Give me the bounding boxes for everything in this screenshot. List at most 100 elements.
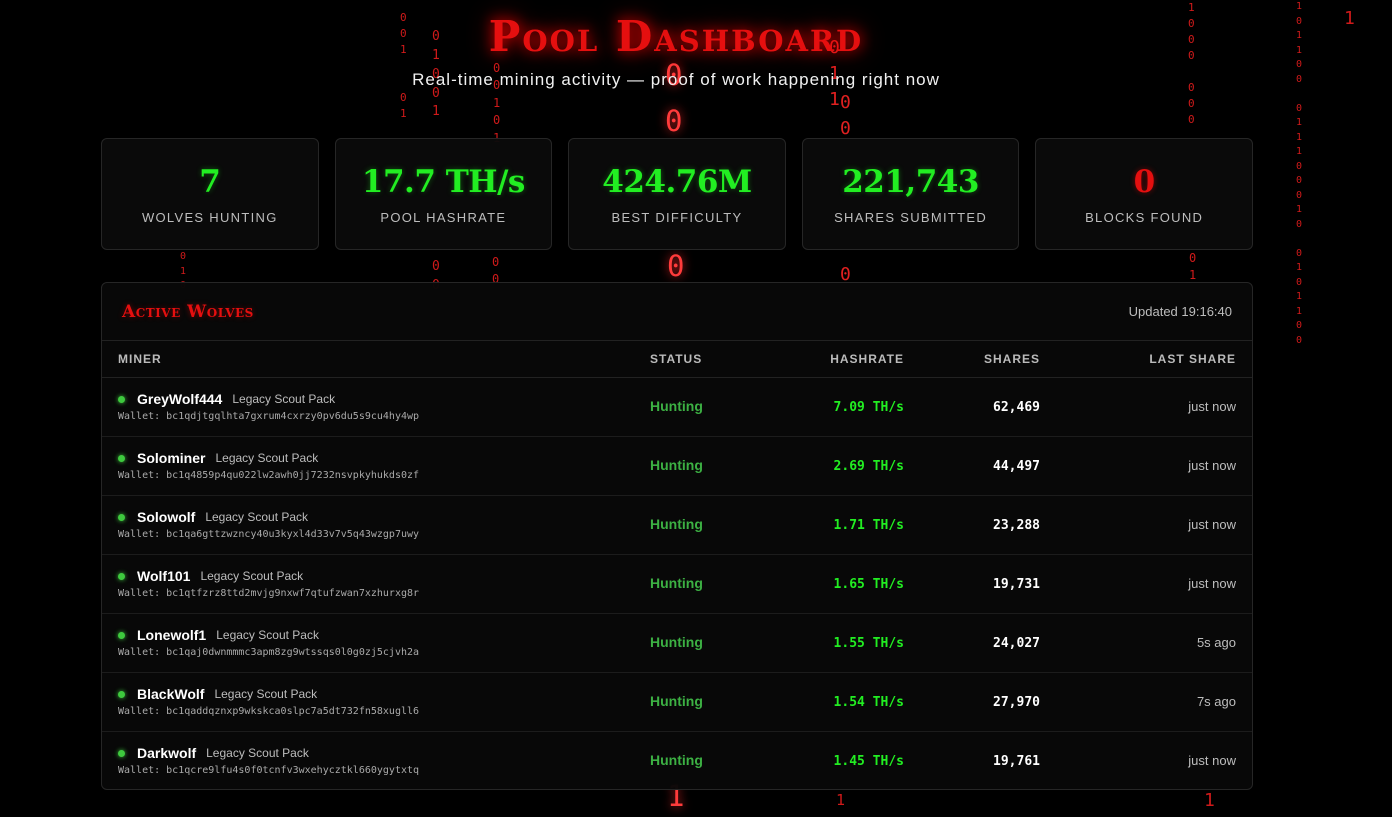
miner-cell: Wolf101 Legacy Scout Pack Wallet: bc1qtf… [102, 554, 634, 614]
shares-cell: 19,731 [920, 554, 1056, 614]
shares-value: 24,027 [993, 635, 1040, 651]
hashrate-cell: 1.55 TH/s [784, 613, 920, 673]
hashrate-value: 1.45 TH/s [833, 753, 904, 769]
hashrate-cell: 7.09 TH/s [784, 377, 920, 437]
miner-wallet: Wallet: bc1qdjtgqlhta7gxrum4cxrzy0pv6du5… [118, 411, 420, 422]
shares-cell: 62,469 [920, 377, 1056, 437]
hashrate-cell: 1.71 TH/s [784, 495, 920, 555]
active-wolves-panel: Active Wolves Updated 19:16:40 Miner Sta… [101, 282, 1253, 790]
status-cell: Hunting [634, 554, 784, 614]
online-status-dot-icon [118, 395, 125, 403]
online-status-dot-icon [118, 690, 125, 698]
hashrate-value: 1.71 TH/s [833, 517, 904, 533]
last-share-value: just now [1188, 575, 1236, 591]
last-share-cell: just now [1056, 554, 1252, 614]
status-cell: Hunting [634, 613, 784, 673]
page-title: Pool Dashboard [488, 12, 864, 61]
hashrate-value: 1.55 TH/s [833, 635, 904, 651]
table-row[interactable]: GreyWolf444 Legacy Scout Pack Wallet: bc… [102, 377, 1252, 437]
hashrate-cell: 1.45 TH/s [784, 731, 920, 789]
stat-value: 0 [1133, 163, 1156, 200]
stat-card-best-difficulty: 424.76M Best Difficulty [568, 138, 786, 250]
panel-header: Active Wolves Updated 19:16:40 [102, 283, 1252, 341]
miner-wallet: Wallet: bc1qa6gttzwzncy40u3kyxl4d33v7v5q… [118, 529, 420, 540]
column-header-last-share[interactable]: Last Share [1056, 341, 1252, 378]
miner-header: Lonewolf1 Legacy Scout Pack [118, 627, 618, 643]
hashrate-value: 7.09 TH/s [833, 399, 904, 415]
hashrate-cell: 2.69 TH/s [784, 436, 920, 496]
shares-value: 27,970 [993, 694, 1040, 710]
shares-cell: 23,288 [920, 495, 1056, 555]
shares-cell: 19,761 [920, 731, 1056, 789]
miner-pack: Legacy Scout Pack [206, 746, 309, 761]
miners-table: Miner Status Hashrate Shares Last Share … [102, 341, 1252, 789]
hashrate-cell: 1.65 TH/s [784, 554, 920, 614]
column-header-shares[interactable]: Shares [920, 341, 1056, 378]
binary-rain-column: 0 [667, 249, 685, 283]
binary-rain-column: 0 1 [1189, 251, 1197, 283]
last-share-cell: just now [1056, 436, 1252, 496]
shares-cell: 44,497 [920, 436, 1056, 496]
miner-header: GreyWolf444 Legacy Scout Pack [118, 391, 618, 407]
status-text: Hunting [650, 574, 703, 591]
table-row[interactable]: BlackWolf Legacy Scout Pack Wallet: bc1q… [102, 672, 1252, 732]
miner-pack: Legacy Scout Pack [200, 569, 304, 583]
miners-table-body: GreyWolf444 Legacy Scout Pack Wallet: bc… [102, 377, 1252, 789]
miner-cell: Solominer Legacy Scout Pack Wallet: bc1q… [102, 436, 634, 496]
status-text: Hunting [650, 692, 703, 709]
table-row[interactable]: Solowolf Legacy Scout Pack Wallet: bc1qa… [102, 495, 1252, 555]
shares-value: 44,497 [993, 458, 1040, 474]
miner-cell: Lonewolf1 Legacy Scout Pack Wallet: bc1q… [102, 613, 634, 673]
stat-value: 424.76M [602, 163, 752, 200]
status-text: Hunting [650, 456, 703, 473]
miner-wallet: Wallet: bc1q4859p4qu022lw2awh0jj7232nsvp… [118, 470, 420, 481]
status-text: Hunting [650, 515, 703, 532]
stats-row: 7 Wolves Hunting 17.7 TH/s Pool Hashrate… [101, 138, 1253, 250]
last-share-value: 5s ago [1196, 634, 1236, 650]
stat-card-shares-submitted: 221,743 Shares Submitted [801, 138, 1020, 250]
last-share-value: just now [1188, 516, 1236, 532]
shares-value: 19,731 [993, 576, 1040, 592]
miner-name: Lonewolf1 [137, 627, 207, 643]
table-row[interactable]: Darkwolf Legacy Scout Pack Wallet: bc1qc… [102, 731, 1252, 789]
online-status-dot-icon [118, 454, 125, 462]
hashrate-cell: 1.54 TH/s [784, 672, 920, 732]
miner-name: GreyWolf444 [137, 391, 223, 407]
binary-rain-column: 1 [1204, 790, 1215, 811]
table-row[interactable]: Wolf101 Legacy Scout Pack Wallet: bc1qtf… [102, 554, 1252, 614]
miner-header: Solominer Legacy Scout Pack [118, 450, 618, 466]
shares-cell: 24,027 [920, 613, 1056, 673]
shares-value: 23,288 [993, 517, 1040, 533]
column-header-status[interactable]: Status [634, 341, 784, 378]
panel-title: Active Wolves [122, 301, 254, 322]
miner-cell: BlackWolf Legacy Scout Pack Wallet: bc1q… [102, 672, 634, 732]
online-status-dot-icon [118, 513, 125, 521]
last-share-value: just now [1188, 398, 1236, 414]
stat-value: 221,743 [842, 163, 979, 200]
miner-wallet: Wallet: bc1qtfzrz8ttd2mvjg9nxwf7qtufzwan… [118, 588, 420, 599]
status-text: Hunting [650, 633, 703, 650]
status-cell: Hunting [634, 495, 784, 555]
miner-pack: Legacy Scout Pack [216, 628, 319, 642]
stat-label: Blocks Found [1085, 209, 1204, 225]
miner-cell: GreyWolf444 Legacy Scout Pack Wallet: bc… [102, 377, 634, 437]
online-status-dot-icon [118, 749, 125, 757]
stat-card-pool-hashrate: 17.7 TH/s Pool Hashrate [334, 138, 553, 250]
updated-timestamp: Updated 19:16:40 [1128, 304, 1232, 319]
table-row[interactable]: Lonewolf1 Legacy Scout Pack Wallet: bc1q… [102, 613, 1252, 673]
miner-pack: Legacy Scout Pack [214, 687, 318, 701]
stat-label: Best Difficulty [611, 209, 743, 225]
miner-wallet: Wallet: bc1qaddqznxp9wkskca0slpc7a5dt732… [118, 706, 420, 717]
last-share-value: just now [1188, 752, 1236, 768]
column-header-miner[interactable]: Miner [102, 341, 634, 378]
column-header-hashrate[interactable]: Hashrate [784, 341, 920, 378]
miner-header: BlackWolf Legacy Scout Pack [118, 686, 618, 702]
last-share-cell: just now [1056, 731, 1252, 789]
table-row[interactable]: Solominer Legacy Scout Pack Wallet: bc1q… [102, 436, 1252, 496]
status-cell: Hunting [634, 731, 784, 789]
stat-card-blocks-found: 0 Blocks Found [1035, 138, 1253, 250]
binary-rain-column: 0 0 [665, 58, 683, 139]
miner-name: Wolf101 [137, 568, 191, 584]
last-share-value: 7s ago [1196, 693, 1236, 709]
hashrate-value: 1.65 TH/s [833, 576, 904, 592]
